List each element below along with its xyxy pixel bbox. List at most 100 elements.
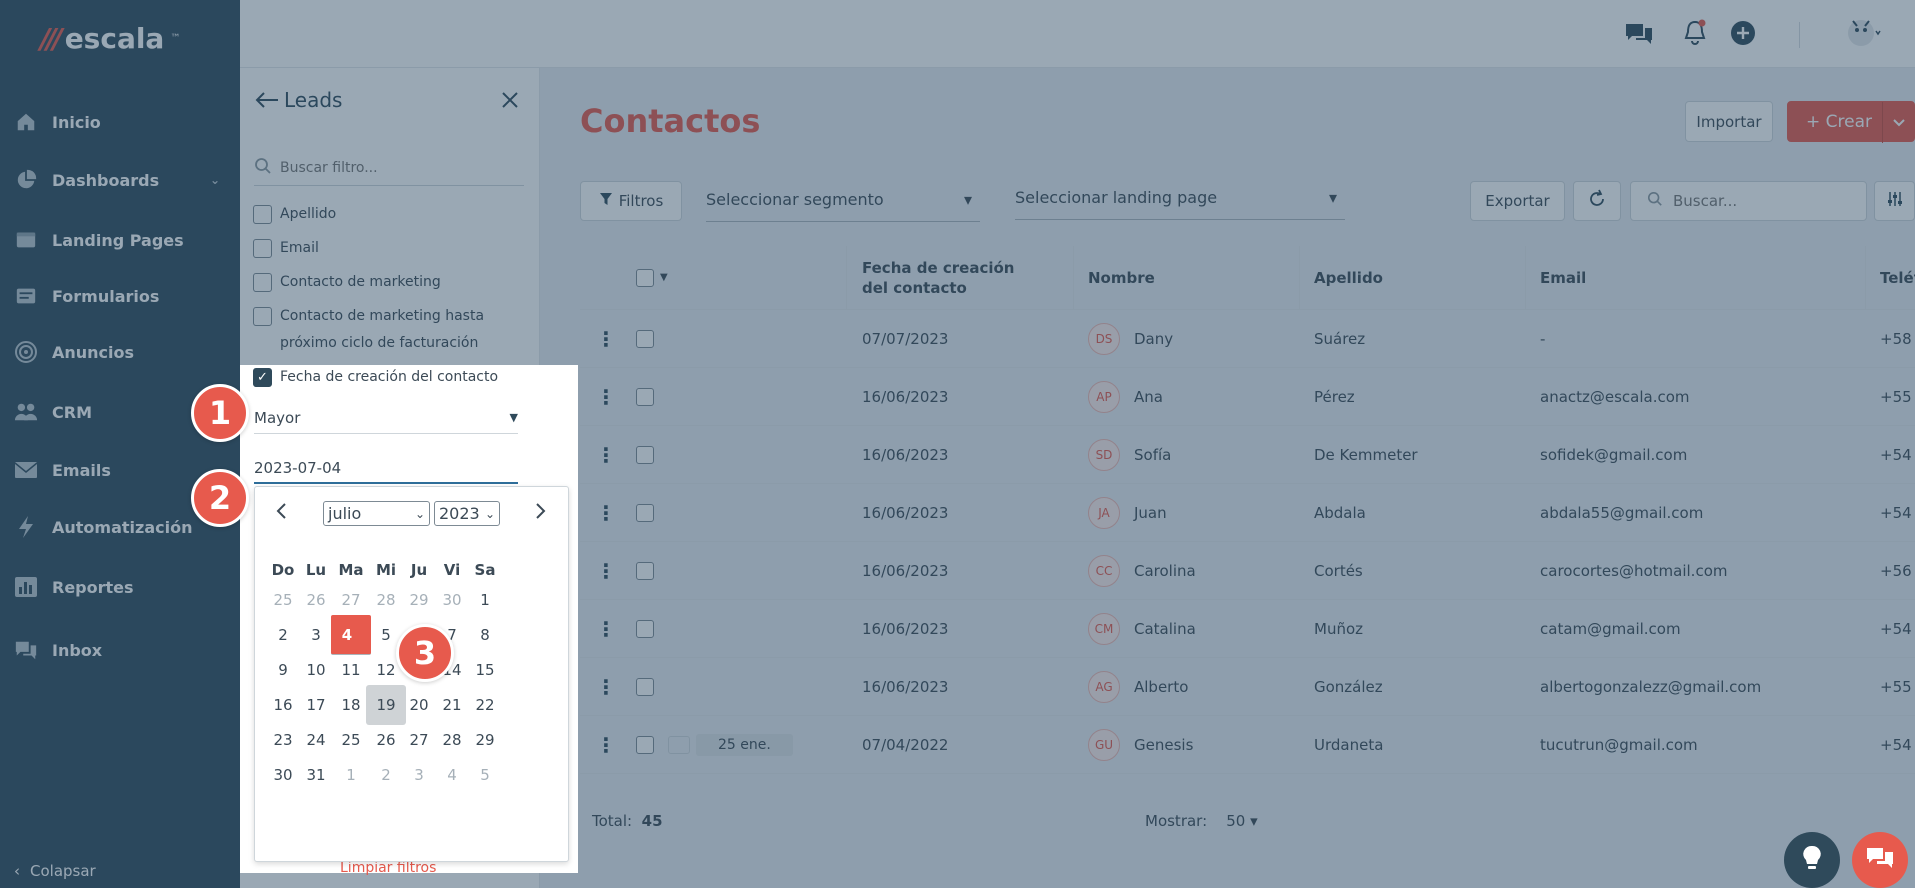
sidebar-item-formularios[interactable]: Formularios bbox=[0, 274, 240, 318]
sidebar-item-dashboards[interactable]: Dashboards ⌄ bbox=[0, 158, 240, 202]
row-checkbox[interactable] bbox=[636, 310, 654, 368]
calendar-day[interactable]: 17 bbox=[296, 685, 336, 725]
column-header-apellido[interactable]: Apellido bbox=[1314, 246, 1383, 310]
plus-circle-icon[interactable] bbox=[1728, 18, 1758, 48]
cell-nombre[interactable]: CC Carolina bbox=[1088, 542, 1196, 600]
more-vertical-icon[interactable]: ⋮ bbox=[596, 484, 616, 542]
select-all-checkbox[interactable]: ▼ bbox=[636, 246, 668, 310]
landing-page-select[interactable]: Seleccionar landing page ▾ bbox=[1015, 176, 1345, 220]
filters-button[interactable]: Filtros bbox=[580, 181, 682, 221]
sidebar-item-anuncios[interactable]: Anuncios bbox=[0, 330, 240, 374]
collapse-button[interactable]: ‹ Colapsar bbox=[14, 862, 96, 880]
calendar-day[interactable]: 15 bbox=[465, 650, 505, 690]
table-row[interactable]: ⋮ 16/06/2023 CC Carolina Cortés carocortes@ho… bbox=[580, 542, 1915, 600]
export-button[interactable]: Exportar bbox=[1470, 181, 1565, 221]
import-button[interactable]: Importar bbox=[1685, 101, 1773, 142]
more-vertical-icon[interactable]: ⋮ bbox=[596, 426, 616, 484]
table-row[interactable]: ⋮ 16/06/2023 SD Sofía De Kemmeter sofidek@gma… bbox=[580, 426, 1915, 484]
calendar-day[interactable]: 27 bbox=[331, 580, 371, 620]
column-header-telefono[interactable]: Teléfo bbox=[1880, 246, 1915, 310]
bell-icon[interactable] bbox=[1680, 18, 1710, 48]
more-vertical-icon[interactable]: ⋮ bbox=[596, 600, 616, 658]
filter-option-apellido[interactable]: Apellido bbox=[253, 201, 336, 228]
sidebar-item-inbox[interactable]: Inbox bbox=[0, 628, 240, 672]
row-checkbox[interactable] bbox=[636, 484, 654, 542]
filter-search-input[interactable] bbox=[280, 159, 510, 176]
checkbox[interactable] bbox=[253, 205, 272, 224]
chat-bubbles-icon[interactable] bbox=[1624, 18, 1654, 48]
table-row[interactable]: ⋮ 16/06/2023 CM Catalina Muñoz catam@gmail.co… bbox=[580, 600, 1915, 658]
avatar[interactable] bbox=[1838, 18, 1888, 48]
table-row[interactable]: ⋮ 07/07/2023 DSDany Suárez - +58 4 bbox=[580, 310, 1915, 368]
checkbox[interactable] bbox=[253, 239, 272, 258]
cell-nombre[interactable]: SD Sofía bbox=[1088, 426, 1171, 484]
calendar-day[interactable]: 18 bbox=[331, 685, 371, 725]
column-header-nombre[interactable]: Nombre bbox=[1088, 246, 1155, 310]
filter-search[interactable] bbox=[254, 150, 524, 186]
cell-nombre[interactable]: AG Alberto bbox=[1088, 658, 1188, 716]
chevron-down-icon[interactable] bbox=[1882, 102, 1914, 143]
segment-select[interactable]: Seleccionar segmento ▾ bbox=[706, 178, 980, 222]
row-checkbox[interactable] bbox=[636, 426, 654, 484]
checkbox[interactable] bbox=[253, 307, 272, 326]
row-checkbox[interactable] bbox=[636, 368, 654, 426]
column-header-email[interactable]: Email bbox=[1540, 246, 1586, 310]
sidebar-item-inicio[interactable]: Inicio bbox=[0, 100, 240, 144]
calendar-day[interactable]: 31 bbox=[296, 755, 336, 795]
calendar-day[interactable]: 4 bbox=[331, 615, 371, 655]
sidebar-item-landing-pages[interactable]: Landing Pages bbox=[0, 218, 240, 262]
more-vertical-icon[interactable]: ⋮ bbox=[596, 310, 616, 368]
calendar-day[interactable]: 1 bbox=[331, 755, 371, 795]
column-settings-button[interactable] bbox=[1874, 181, 1915, 221]
table-row[interactable]: ⋮ 16/06/2023 AG Alberto González albertogonza… bbox=[580, 658, 1915, 716]
create-button[interactable]: + Crear bbox=[1787, 101, 1915, 143]
calendar-day[interactable]: 10 bbox=[296, 650, 336, 690]
search-box[interactable] bbox=[1630, 181, 1867, 221]
calendar-day[interactable]: 24 bbox=[296, 720, 336, 760]
filter-option-fecha-creacion[interactable]: ✓ Fecha de creación del contacto bbox=[253, 364, 498, 391]
brand-logo[interactable]: /// escala ™ bbox=[40, 18, 180, 58]
more-vertical-icon[interactable]: ⋮ bbox=[596, 658, 616, 716]
checkmark-icon[interactable]: ✓ bbox=[253, 368, 272, 387]
cell-nombre[interactable]: CM Catalina bbox=[1088, 600, 1196, 658]
clear-filters-link[interactable]: Limpiar filtros bbox=[340, 860, 436, 876]
page-size-select[interactable]: Mostrar: 50 ▾ bbox=[1145, 812, 1258, 830]
calendar-day[interactable]: 3 bbox=[296, 615, 336, 655]
table-row[interactable]: ⋮ 16/06/2023 JA Juan Abdala abdala55@gmail.co… bbox=[580, 484, 1915, 542]
date-input[interactable]: 2023-07-04 bbox=[254, 454, 518, 484]
calendar-day[interactable]: 8 bbox=[465, 615, 505, 655]
calendar-day[interactable]: 26 bbox=[296, 580, 336, 620]
refresh-button[interactable] bbox=[1573, 181, 1621, 221]
calendar-day[interactable]: 22 bbox=[465, 685, 505, 725]
more-vertical-icon[interactable]: ⋮ bbox=[596, 542, 616, 600]
row-checkbox[interactable] bbox=[636, 658, 654, 716]
calendar-day[interactable]: 5 bbox=[465, 755, 505, 795]
table-row[interactable]: ⋮ 25 ene. 07/04/2022 GU Genesis Urdaneta tucut… bbox=[580, 716, 1915, 774]
column-header-fecha[interactable]: Fecha de creación del contacto bbox=[862, 246, 1042, 310]
cell-nombre[interactable]: AP Ana bbox=[1088, 368, 1163, 426]
year-select[interactable]: 2023 ⌄ bbox=[434, 501, 500, 526]
arrow-left-icon[interactable] bbox=[254, 88, 278, 112]
more-vertical-icon[interactable]: ⋮ bbox=[596, 368, 616, 426]
table-row[interactable]: ⋮ 16/06/2023 AP Ana Pérez anactz@escala.com +5… bbox=[580, 368, 1915, 426]
row-checkbox[interactable] bbox=[636, 716, 654, 774]
close-icon[interactable] bbox=[498, 88, 524, 114]
row-checkbox[interactable] bbox=[636, 600, 654, 658]
filter-option-contacto-marketing[interactable]: Contacto de marketing bbox=[253, 269, 441, 296]
calendar-day[interactable]: 29 bbox=[465, 720, 505, 760]
calendar-day[interactable]: 11 bbox=[331, 650, 371, 690]
filter-option-contacto-marketing-ciclo[interactable]: Contacto de marketing hasta próximo cicl… bbox=[253, 303, 493, 357]
month-select[interactable]: julio ⌄ bbox=[323, 501, 430, 526]
condition-select[interactable]: Mayor ▼ bbox=[254, 402, 518, 434]
calendar-day[interactable]: 1 bbox=[465, 580, 505, 620]
chat-support-button[interactable] bbox=[1852, 832, 1908, 888]
search-input[interactable] bbox=[1673, 192, 1853, 210]
lightbulb-button[interactable] bbox=[1784, 832, 1840, 888]
chevron-left-icon[interactable] bbox=[273, 501, 293, 521]
cell-nombre[interactable]: GU Genesis bbox=[1088, 716, 1193, 774]
cell-nombre[interactable]: JA Juan bbox=[1088, 484, 1167, 542]
checkbox[interactable] bbox=[253, 273, 272, 292]
sidebar-item-reportes[interactable]: Reportes bbox=[0, 565, 240, 609]
filter-option-email[interactable]: Email bbox=[253, 235, 319, 262]
more-vertical-icon[interactable]: ⋮ bbox=[596, 716, 616, 774]
